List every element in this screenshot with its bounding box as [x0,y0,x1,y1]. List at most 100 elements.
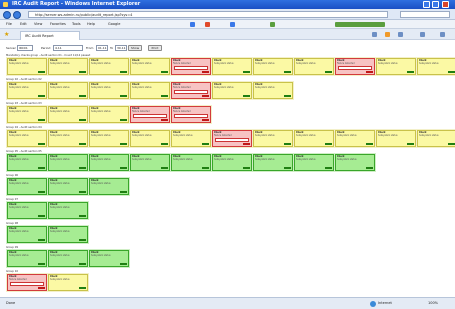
check-tile[interactable]: Check Subsystem status [7,178,47,195]
check-tile[interactable]: Check Subsystem status [376,58,416,75]
menu-view[interactable]: View [34,20,42,29]
check-tile[interactable]: Check Subsystem status [48,130,88,147]
check-tile[interactable]: Check Subsystem status [89,130,129,147]
print-icon[interactable] [398,32,403,37]
check-tile[interactable]: Check Failure detected [171,106,211,123]
group-tiles: Check Failure detected Check Subsystem stat… [6,273,89,292]
check-description: Failure detected [132,109,150,113]
status-indicator [161,119,168,121]
check-tile[interactable]: Check Subsystem status [171,154,211,171]
check-tile[interactable]: Check Subsystem status [376,130,416,147]
search-input[interactable] [400,11,450,18]
check-tile[interactable]: Check Subsystem status [48,154,88,171]
server-select[interactable]: IRC01 [17,45,33,51]
check-tile[interactable]: Check Subsystem status [89,58,129,75]
check-tile[interactable]: Check Subsystem status [7,154,47,171]
check-tile[interactable]: Check Subsystem status [7,226,47,243]
toolbar-icon[interactable] [230,22,235,27]
check-tile[interactable]: Check Subsystem status [294,130,334,147]
check-tile[interactable]: Check Subsystem status [48,226,88,243]
check-tile[interactable]: Check Subsystem status [253,58,293,75]
print-button[interactable]: Print [148,45,162,51]
check-tile[interactable]: Check Subsystem status [212,58,252,75]
favorites-star-icon[interactable]: ★ [4,31,9,38]
status-indicator [38,71,45,73]
check-tile[interactable]: Check Subsystem status [294,58,334,75]
page-content: Server IRC01 Period 4.11 From 01.11 To 3… [0,41,455,297]
check-tile[interactable]: Check Subsystem status [89,106,129,123]
window-title: IRC Audit Report - Windows Internet Expl… [12,1,141,7]
menu-help[interactable]: Help [87,20,95,29]
check-tile[interactable]: Check Subsystem status [89,82,129,99]
check-tile[interactable]: Check Subsystem status [48,82,88,99]
page-menu-icon[interactable] [420,32,425,37]
check-tile[interactable]: Check Subsystem status [89,178,129,195]
check-tile[interactable]: Check Subsystem status [130,154,170,171]
menu-tools[interactable]: Tools [72,20,81,29]
check-tile[interactable]: Check Failure detected [335,58,375,75]
check-tile[interactable]: Check Subsystem status [212,154,252,171]
check-tile[interactable]: Check Subsystem status [7,58,47,75]
check-tile[interactable]: Check Subsystem status [7,202,47,219]
rss-icon[interactable] [385,32,390,37]
menu-bar: File Edit View Favorites Tools Help Goog… [0,20,455,29]
maximize-button[interactable] [432,1,439,8]
check-tile[interactable]: Check Subsystem status [335,154,375,171]
url-field[interactable]: http://server.ws-admin.ru/public/audit_r… [28,11,388,18]
check-description: Subsystem status [50,157,70,161]
check-tile[interactable]: Check Failure detected [171,82,211,99]
google-toolbar-label[interactable]: Google [108,20,120,29]
check-tile[interactable]: Check Subsystem status [89,250,129,267]
check-tile[interactable]: Check Subsystem status [253,130,293,147]
home-icon[interactable] [372,32,377,37]
tools-icon[interactable] [440,32,445,37]
check-tile[interactable]: Check Subsystem status [130,130,170,147]
check-tile[interactable]: Check Subsystem status [253,82,293,99]
menu-file[interactable]: File [6,20,12,29]
status-indicator [243,143,250,145]
tab-audit-report[interactable]: IRC Audit Report [20,31,80,40]
check-tile[interactable]: Check Subsystem status [89,154,129,171]
toolbar-icon[interactable] [205,22,210,27]
minimize-button[interactable] [423,1,430,8]
check-tile[interactable]: Check Failure detected [7,274,47,291]
zoom-level[interactable]: 100% [428,298,438,309]
menu-favorites[interactable]: Favorites [50,20,66,29]
check-tile[interactable]: Check Subsystem status [7,82,47,99]
check-tile[interactable]: Check Subsystem status [48,58,88,75]
check-tile[interactable]: Check Subsystem status [417,130,455,147]
menu-edit[interactable]: Edit [20,20,27,29]
check-tile[interactable]: Check Subsystem status [48,274,88,291]
forward-icon[interactable] [13,11,21,19]
check-tile[interactable]: Check Subsystem status [171,130,211,147]
close-button[interactable] [442,1,449,8]
check-tile[interactable]: Check Subsystem status [212,82,252,99]
check-tile[interactable]: Check Subsystem status [335,130,375,147]
from-label: From [86,46,94,50]
check-tile[interactable]: Check Subsystem status [48,106,88,123]
show-button[interactable]: Show [128,45,142,51]
check-tile[interactable]: Check Failure detected [171,58,211,75]
check-tile[interactable]: Check Subsystem status [253,154,293,171]
check-tile[interactable]: Check Failure detected [212,130,252,147]
check-tile[interactable]: Check Subsystem status [130,82,170,99]
status-indicator [79,191,86,193]
from-input[interactable]: 01.11 [96,45,108,51]
check-tile[interactable]: Check Failure detected [130,106,170,123]
back-icon[interactable] [3,11,11,19]
check-tile[interactable]: Check Subsystem status [294,154,334,171]
check-description: Subsystem status [214,157,234,161]
toolbar-icon[interactable] [190,22,195,27]
check-tile[interactable]: Check Subsystem status [7,250,47,267]
check-tile[interactable]: Check Subsystem status [7,106,47,123]
check-tile[interactable]: Check Subsystem status [7,130,47,147]
toolbar-icon[interactable] [270,22,275,27]
check-tile[interactable]: Check Subsystem status [48,202,88,219]
period-select[interactable]: 4.11 [53,45,83,51]
group-tiles: Check Subsystem status Check Subsystem stat… [6,225,89,244]
to-input[interactable]: 30.11 [115,45,127,51]
check-tile[interactable]: Check Subsystem status [48,250,88,267]
check-tile[interactable]: Check Subsystem status [130,58,170,75]
check-tile[interactable]: Check Subsystem status [417,58,455,75]
check-tile[interactable]: Check Subsystem status [48,178,88,195]
